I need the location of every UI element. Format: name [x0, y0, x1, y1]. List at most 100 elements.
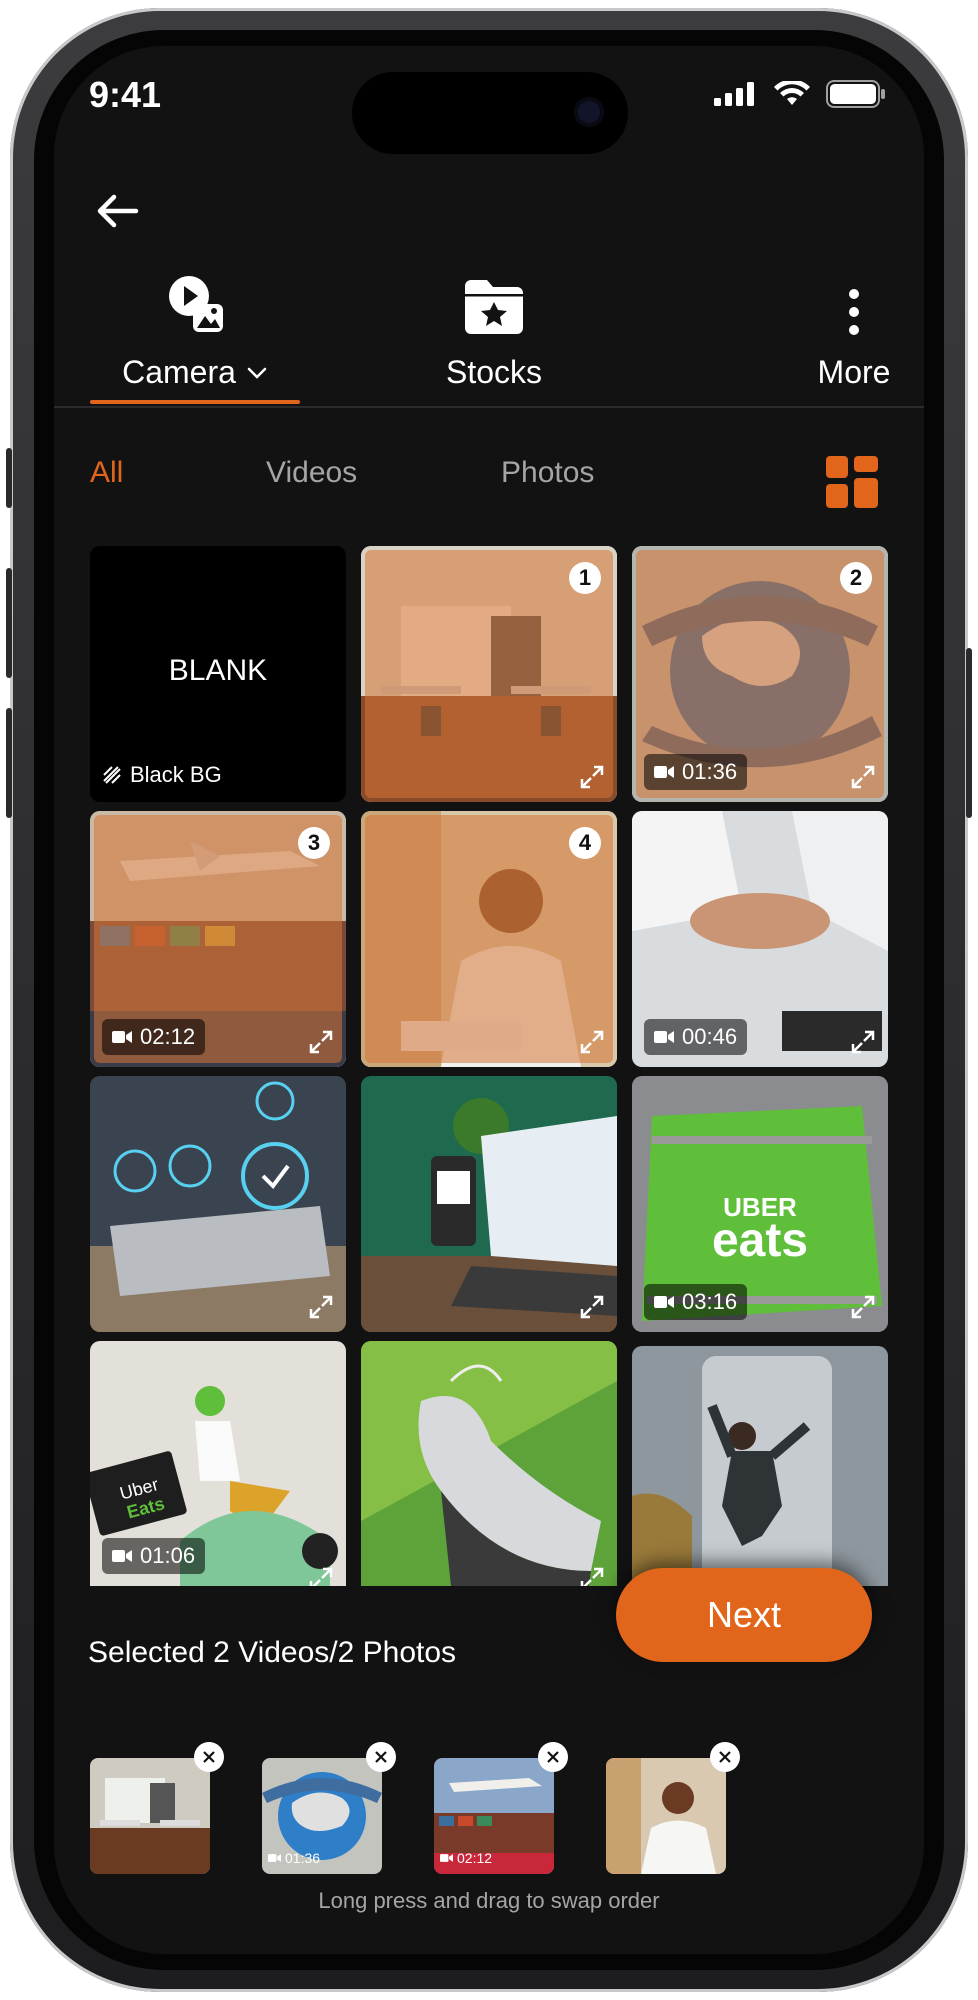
thumb-image: 02:12 — [434, 1758, 554, 1874]
thumb-duration-text: 02:12 — [457, 1850, 493, 1866]
thumb-image — [90, 1758, 210, 1874]
cellular-signal-icon — [714, 82, 754, 106]
status-time: 9:41 — [89, 74, 162, 115]
expand-icon[interactable] — [850, 1294, 876, 1320]
video-duration-badge: 00:46 — [644, 1019, 748, 1055]
thumb-image: 01:36 — [262, 1758, 382, 1874]
media-tile-jumping-man[interactable] — [632, 1346, 888, 1586]
remove-selected-button[interactable] — [194, 1742, 224, 1772]
tabs-divider — [54, 406, 924, 408]
selection-summary: Selected 2 Videos/2 Photos — [88, 1636, 457, 1669]
media-tile-uber-eats-scooter[interactable]: Uber Eats 01:06 — [90, 1341, 346, 1586]
side-button — [6, 448, 12, 508]
hatch-pattern-icon — [103, 766, 121, 784]
grid-view-icon[interactable] — [826, 456, 878, 508]
video-duration: 02:12 — [140, 1024, 196, 1049]
active-tab-indicator — [90, 400, 300, 404]
selected-thumbnails: 01:36 02:12 — [90, 1736, 890, 1874]
selection-order-badge: 2 — [840, 562, 872, 594]
more-vertical-icon — [849, 289, 859, 335]
expand-icon[interactable] — [308, 1294, 334, 1320]
expand-icon[interactable] — [579, 1566, 605, 1586]
video-duration-badge: 03:16 — [644, 1284, 748, 1320]
thumb-duration-text: 01:36 — [285, 1850, 321, 1866]
media-tile-globe[interactable]: 2 01:36 — [632, 546, 888, 802]
expand-icon[interactable] — [850, 764, 876, 790]
pharmacist-thumb — [606, 1758, 726, 1874]
remove-selected-button[interactable] — [366, 1742, 396, 1772]
video-camera-icon — [268, 1854, 281, 1862]
expand-icon[interactable] — [308, 1566, 334, 1586]
blank-subtitle: Black BG — [130, 762, 222, 787]
app-screen: 9:41 Camera Stocks More All Videos Photo… — [54, 46, 924, 1954]
selection-order-badge: 3 — [298, 827, 330, 859]
thumb-image — [606, 1758, 726, 1874]
dynamic-island — [352, 72, 628, 154]
expand-icon[interactable] — [850, 1029, 876, 1055]
tab-stocks[interactable]: Stocks — [394, 266, 594, 391]
expand-icon[interactable] — [579, 1294, 605, 1320]
battery-icon — [826, 80, 885, 108]
video-duration-badge: 01:36 — [644, 754, 748, 790]
media-tile-pharmacist[interactable]: 4 — [361, 811, 617, 1067]
star-folder-icon — [465, 280, 523, 334]
tab-camera[interactable]: Camera — [90, 266, 300, 391]
thumb-duration: 02:12 — [440, 1850, 492, 1866]
expand-icon[interactable] — [308, 1029, 334, 1055]
jumping-man-photo — [632, 1346, 888, 1586]
blank-title: BLANK — [168, 654, 268, 687]
video-camera-icon — [440, 1854, 453, 1862]
video-duration: 03:16 — [682, 1289, 738, 1314]
chevron-down-icon[interactable] — [246, 366, 268, 380]
video-camera-icon — [654, 1031, 674, 1043]
close-icon — [719, 1751, 731, 1763]
reorder-hint: Long press and drag to swap order — [318, 1888, 660, 1913]
back-arrow-icon[interactable] — [92, 186, 142, 236]
media-tile-uber-eats-bag[interactable]: UBER eats 03:16 — [632, 1076, 888, 1332]
remove-selected-button[interactable] — [538, 1742, 568, 1772]
video-camera-icon — [654, 1296, 674, 1308]
thumb-duration: 01:36 — [268, 1850, 320, 1866]
source-tabs: Camera Stocks More — [54, 266, 924, 406]
media-tile-office[interactable]: 1 — [361, 546, 617, 802]
media-filters: All Videos Photos — [54, 456, 924, 506]
expand-icon[interactable] — [579, 764, 605, 790]
media-tile-qr-laptop[interactable] — [361, 1076, 617, 1332]
video-duration: 01:06 — [140, 1543, 196, 1568]
selection-order-badge: 4 — [569, 827, 601, 859]
sneaker-photo — [361, 1341, 617, 1586]
media-tile-laptop-tech[interactable] — [90, 1076, 346, 1332]
expand-icon[interactable] — [579, 1029, 605, 1055]
tab-camera-label: Camera — [122, 354, 236, 390]
close-icon — [375, 1751, 387, 1763]
filter-all[interactable]: All — [90, 456, 123, 490]
close-icon — [203, 1751, 215, 1763]
video-camera-icon — [112, 1031, 132, 1043]
video-duration: 01:36 — [682, 759, 738, 784]
blank-subtitle-row: Black BG — [102, 762, 222, 788]
filter-videos[interactable]: Videos — [266, 456, 357, 490]
close-icon — [547, 1751, 559, 1763]
blank-tile[interactable]: BLANK Black BG — [90, 546, 346, 802]
tab-more[interactable]: More — [784, 266, 924, 391]
status-icons — [714, 80, 886, 108]
remove-selected-button[interactable] — [710, 1742, 740, 1772]
svg-text:eats: eats — [712, 1214, 808, 1267]
selection-order-badge: 1 — [569, 562, 601, 594]
office-thumb — [90, 1758, 210, 1874]
tab-stocks-label: Stocks — [445, 354, 543, 390]
filter-photos[interactable]: Photos — [501, 456, 594, 490]
media-tile-sneaker[interactable] — [361, 1341, 617, 1586]
camera-gallery-icon — [169, 276, 223, 332]
media-tile-team-hands[interactable]: 00:46 — [632, 811, 888, 1067]
video-camera-icon — [654, 766, 674, 778]
video-duration-badge: 02:12 — [102, 1019, 206, 1055]
wifi-icon — [774, 81, 810, 105]
camera-lens — [574, 97, 604, 127]
volume-up-button — [6, 568, 12, 678]
next-button[interactable]: Next — [616, 1568, 872, 1662]
power-button — [966, 648, 972, 818]
media-tile-cargo[interactable]: 3 02:12 — [90, 811, 346, 1067]
video-duration-badge: 01:06 — [102, 1538, 206, 1574]
video-duration: 00:46 — [682, 1024, 738, 1049]
